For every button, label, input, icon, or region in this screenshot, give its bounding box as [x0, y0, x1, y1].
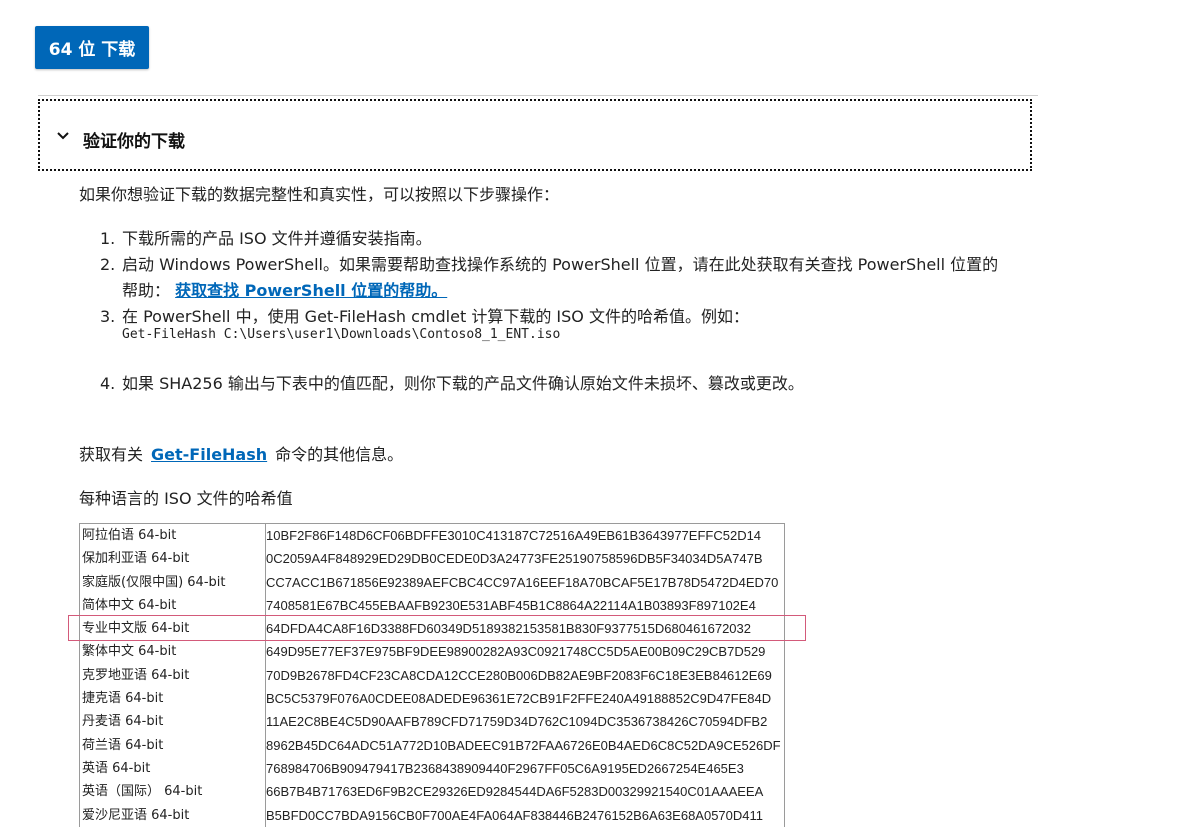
hash-cell: CC7ACC1B671856E92389AEFCBC4CC97A16EEF18A…	[266, 574, 779, 590]
page: 64 位 下载 验证你的下载 如果你想验证下载的数据完整性和真实性，可以按照以下…	[0, 0, 1181, 829]
language-cell: 捷克语 64-bit	[82, 691, 164, 707]
intro-text: 如果你想验证下载的数据完整性和真实性，可以按照以下步骤操作：	[79, 185, 560, 204]
step-number: 2.	[100, 255, 116, 274]
table-row: 克罗地亚语 64-bit 70D9B2678FD4CF23CA8CDA12CCE2…	[80, 664, 784, 687]
step-4: 4. 如果 SHA256 输出与下表中的值匹配，则你下载的产品文件确认原始文件未损…	[100, 370, 804, 394]
language-cell: 简体中文 64-bit	[82, 597, 177, 613]
table-row: 家庭版(仅限中国) 64-bit CC7ACC1B671856E92389AEFC…	[80, 571, 784, 594]
chevron-down-icon	[57, 132, 69, 140]
hash-cell: BC5C5379F076A0CDEE08ADEDE96361E72CB91F2F…	[266, 691, 772, 707]
language-cell: 克罗地亚语 64-bit	[82, 667, 190, 683]
hash-cell: 649D95E77EF37E975BF9DEE98900282A93C09217…	[266, 644, 766, 660]
verify-download-accordion[interactable]: 验证你的下载	[38, 99, 1032, 171]
download-64bit-button[interactable]: 64 位 下载	[35, 26, 149, 69]
table-row: 丹麦语 64-bit 11AE2C8BE4C5D90AAFB789CFD71759…	[80, 710, 784, 733]
hash-cell: 768984706B909479417B2368438909440F2967FF…	[266, 760, 744, 776]
table-row: 捷克语 64-bit BC5C5379F076A0CDEE08ADEDE96361…	[80, 687, 784, 710]
get-filehash-link[interactable]: Get-FileHash	[151, 445, 267, 464]
step-2-continuation: 帮助： 获取查找 PowerShell 位置的帮助。	[122, 277, 447, 301]
hash-cell: 10BF2F86F148D6CF06BDFFE3010C413187C72516…	[266, 528, 762, 543]
hash-cell: 70D9B2678FD4CF23CA8CDA12CCE280B006DB82AE…	[266, 667, 772, 683]
language-cell: 阿拉伯语 64-bit	[82, 528, 177, 543]
language-cell: 英语（国际） 64-bit	[82, 784, 203, 800]
hash-cell: 11AE2C8BE4C5D90AAFB789CFD71759D34D762C10…	[266, 714, 768, 730]
step-text: 启动 Windows PowerShell。如果需要帮助查找操作系统的 Powe…	[122, 255, 999, 274]
step-number: 1.	[100, 229, 116, 248]
step-3: 3. 在 PowerShell 中，使用 Get-FileHash cmdlet …	[100, 303, 749, 342]
table-row: 荷兰语 64-bit 8962B45DC64ADC51A772D10BADEEC9…	[80, 734, 784, 757]
more-info-suffix: 命令的其他信息。	[275, 445, 404, 464]
language-cell: 保加利亚语 64-bit	[82, 551, 190, 567]
step-2: 2. 启动 Windows PowerShell。如果需要帮助查找操作系统的 Po…	[100, 251, 999, 300]
language-cell: 繁体中文 64-bit	[82, 644, 177, 660]
hash-cell: 66B7B4B71763ED6F9B2CE29326ED9284544DA6F5…	[266, 784, 764, 800]
step-text: 下载所需的产品 ISO 文件并遵循安装指南。	[122, 229, 432, 248]
step-text: 在 PowerShell 中，使用 Get-FileHash cmdlet 计算…	[122, 307, 749, 326]
table-row: 英语 64-bit 768984706B909479417B23684389094…	[80, 757, 784, 780]
powershell-help-link[interactable]: 获取查找 PowerShell 位置的帮助。	[175, 281, 447, 300]
hash-cell: 64DFDA4CA8F16D3388FD60349D5189382153581B…	[266, 621, 751, 637]
step-number: 3.	[100, 307, 116, 326]
hash-cell: 0C2059A4F848929ED29DB0CEDE0D3A24773FE251…	[266, 551, 763, 567]
step-number: 4.	[100, 374, 116, 393]
divider	[38, 95, 1038, 96]
language-cell: 荷兰语 64-bit	[82, 737, 164, 753]
more-info-text: 获取有关 Get-FileHash 命令的其他信息。	[79, 441, 403, 465]
step-text: 如果 SHA256 输出与下表中的值匹配，则你下载的产品文件确认原始文件未损坏、…	[122, 374, 804, 393]
hash-table: 阿拉伯语 64-bit 10BF2F86F148D6CF06BDFFE3010C4…	[79, 523, 785, 827]
accordion-title: 验证你的下载	[83, 132, 185, 152]
language-cell: 家庭版(仅限中国) 64-bit	[82, 574, 226, 590]
table-row: 专业中文版 64-bit 64DFDA4CA8F16D3388FD60349D51…	[80, 617, 784, 640]
language-cell: 英语 64-bit	[82, 760, 151, 776]
language-cell: 爱沙尼亚语 64-bit	[82, 807, 190, 823]
table-row: 爱沙尼亚语 64-bit B5BFD0CC7BDA9156CB0F700AE4FA…	[80, 804, 784, 827]
hash-cell: 7408581E67BC455EBAAFB9230E531ABF45B1C886…	[266, 597, 756, 613]
table-row: 英语（国际） 64-bit 66B7B4B71763ED6F9B2CE29326E…	[80, 780, 784, 803]
more-info-prefix: 获取有关	[79, 445, 144, 464]
code-example: Get-FileHash C:\Users\user1\Downloads\Co…	[122, 327, 561, 342]
step-text-cont: 帮助：	[122, 281, 171, 300]
step-1: 1. 下载所需的产品 ISO 文件并遵循安装指南。	[100, 225, 432, 249]
table-row: 保加利亚语 64-bit 0C2059A4F848929ED29DB0CEDE0D…	[80, 547, 784, 570]
language-cell: 专业中文版 64-bit	[82, 621, 190, 637]
hash-cell: B5BFD0CC7BDA9156CB0F700AE4FA064AF838446B…	[266, 807, 764, 823]
hash-cell: 8962B45DC64ADC51A772D10BADEEC91B72FAA672…	[266, 737, 781, 753]
table-row: 阿拉伯语 64-bit 10BF2F86F148D6CF06BDFFE3010C4…	[80, 524, 784, 547]
hash-table-heading: 每种语言的 ISO 文件的哈希值	[79, 489, 293, 508]
table-row: 繁体中文 64-bit 649D95E77EF37E975BF9DEE989002…	[80, 640, 784, 663]
language-cell: 丹麦语 64-bit	[82, 714, 164, 730]
table-row: 简体中文 64-bit 7408581E67BC455EBAAFB9230E531…	[80, 594, 784, 617]
